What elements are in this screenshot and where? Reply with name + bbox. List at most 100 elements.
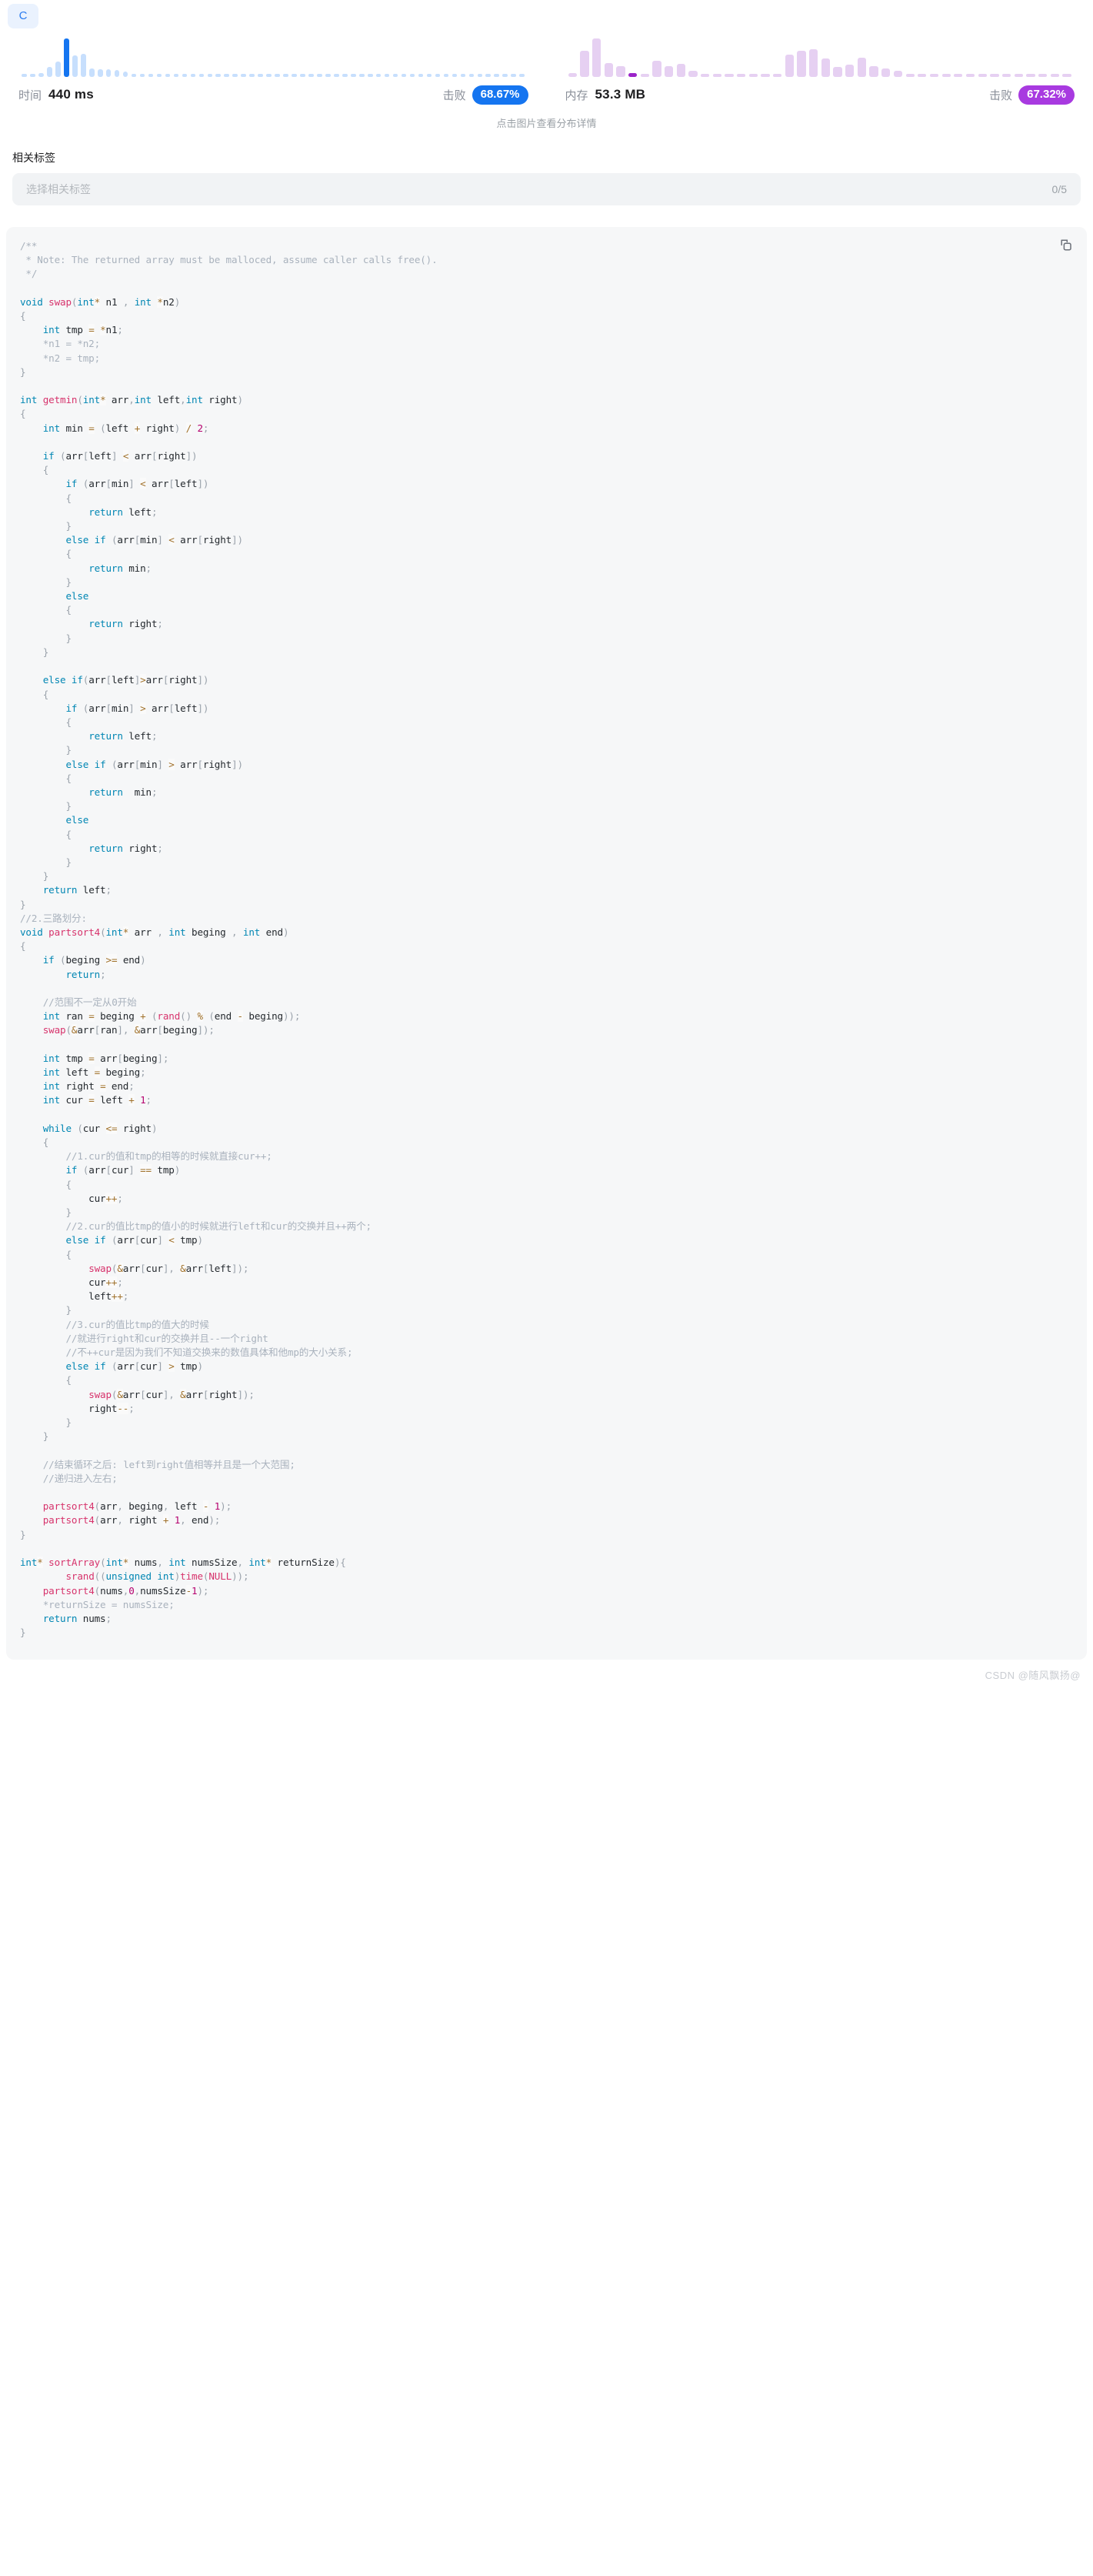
memory-beat-label: 击败	[989, 88, 1013, 102]
chart-bar	[737, 74, 746, 77]
chart-bar	[350, 74, 356, 77]
chart-bar	[725, 74, 734, 77]
time-value: 440 ms	[48, 87, 94, 102]
chart-bar	[833, 67, 842, 77]
chart-bar	[30, 74, 35, 77]
code-block: /** * Note: The returned array must be m…	[6, 227, 1087, 1660]
tags-section: 相关标签 选择相关标签 0/5	[0, 130, 1093, 205]
language-badge: C	[8, 4, 38, 28]
chart-bar	[616, 66, 625, 77]
chart-bar	[519, 74, 525, 77]
memory-value: 53.3 MB	[595, 87, 646, 102]
chart-bar	[224, 74, 230, 77]
chart-bar	[139, 74, 145, 77]
chart-bar	[477, 74, 483, 77]
chart-bar	[401, 74, 407, 77]
chart-bar	[580, 51, 589, 77]
chart-bar	[701, 74, 710, 77]
chart-bar	[47, 67, 52, 77]
chart-bar	[249, 74, 255, 77]
chart-bar	[665, 66, 674, 77]
chart-bar	[358, 74, 365, 77]
chart-bar	[173, 74, 179, 77]
chart-bar	[266, 74, 272, 77]
watermark: CSDN @随风飘扬@	[985, 1670, 1081, 1682]
chart-bar	[426, 74, 432, 77]
chart-bar	[292, 74, 297, 77]
chart-bar	[688, 71, 698, 77]
chart-bar	[275, 74, 280, 77]
tags-counter: 0/5	[1051, 183, 1067, 195]
copy-icon[interactable]	[1058, 238, 1075, 255]
tags-placeholder[interactable]: 选择相关标签	[26, 182, 1052, 197]
chart-bar	[207, 74, 213, 77]
chart-bar	[258, 74, 263, 77]
chart-bar	[893, 71, 903, 77]
chart-bar	[1038, 74, 1048, 77]
chart-bar	[114, 70, 120, 77]
chart-bar	[22, 74, 27, 77]
time-label: 时间	[18, 88, 42, 102]
source-code: /** * Note: The returned array must be m…	[20, 240, 438, 1639]
tags-select[interactable]: 选择相关标签 0/5	[12, 173, 1081, 205]
chart-bar	[80, 54, 86, 77]
chart-bar	[198, 74, 205, 77]
time-beat-badge: 68.67%	[472, 85, 528, 105]
chart-bar	[97, 69, 103, 77]
chart-bar	[460, 74, 466, 77]
chart-bar	[1001, 74, 1011, 77]
chart-bar	[409, 74, 415, 77]
chart-bar	[88, 68, 95, 77]
chart-bar	[773, 74, 782, 77]
chart-bar	[165, 74, 171, 77]
chart-bar	[494, 74, 500, 77]
chart-bar	[869, 66, 878, 77]
chart-bar	[384, 74, 390, 77]
memory-stat-panel[interactable]: 内存 53.3 MB 击败 67.32%	[547, 37, 1093, 105]
chart-bar	[857, 58, 867, 77]
time-distribution-chart[interactable]	[18, 37, 528, 77]
chart-bar	[105, 69, 112, 77]
chart-bar	[190, 74, 196, 77]
chart-bar	[978, 74, 987, 77]
chart-bar	[628, 73, 638, 77]
chart-bar	[122, 72, 128, 77]
memory-stat-row: 内存 53.3 MB 击败 67.32%	[565, 85, 1075, 105]
chart-bar	[676, 64, 686, 77]
chart-bar	[1050, 74, 1059, 77]
memory-beat-badge: 67.32%	[1018, 85, 1075, 105]
stats-section: 时间 440 ms 击败 68.67% 内存 53.3 MB 击败 67.32%	[0, 0, 1093, 105]
memory-label: 内存	[565, 88, 588, 102]
chart-bar	[38, 73, 44, 77]
chart-hint-text: 点击图片查看分布详情	[496, 118, 597, 129]
chart-bar	[468, 74, 475, 77]
chart-bar	[748, 74, 758, 77]
chart-bar	[929, 74, 939, 77]
chart-bar	[72, 55, 78, 77]
chart-bar	[502, 74, 508, 77]
chart-bar	[325, 74, 331, 77]
chart-bar	[418, 74, 424, 77]
chart-bar	[148, 74, 154, 77]
chart-bar	[604, 63, 613, 77]
chart-bar	[182, 74, 188, 77]
chart-bar	[652, 61, 661, 77]
chart-bar	[215, 74, 222, 77]
chart-bar	[308, 74, 314, 77]
chart-bar	[990, 74, 999, 77]
chart-bar	[55, 62, 61, 77]
chart-bar	[905, 74, 915, 77]
chart-bar	[809, 49, 818, 77]
chart-bar	[881, 68, 891, 77]
chart-bar	[1062, 74, 1071, 77]
chart-bar	[640, 74, 650, 77]
time-stat-panel[interactable]: 时间 440 ms 击败 68.67%	[0, 37, 547, 105]
chart-bar	[485, 74, 492, 77]
chart-bar	[241, 74, 246, 77]
chart-bar	[821, 58, 831, 77]
chart-bar	[941, 74, 951, 77]
memory-distribution-chart[interactable]	[565, 37, 1075, 77]
chart-bar	[568, 73, 577, 77]
chart-bar	[785, 55, 795, 77]
chart-bar	[435, 74, 441, 77]
